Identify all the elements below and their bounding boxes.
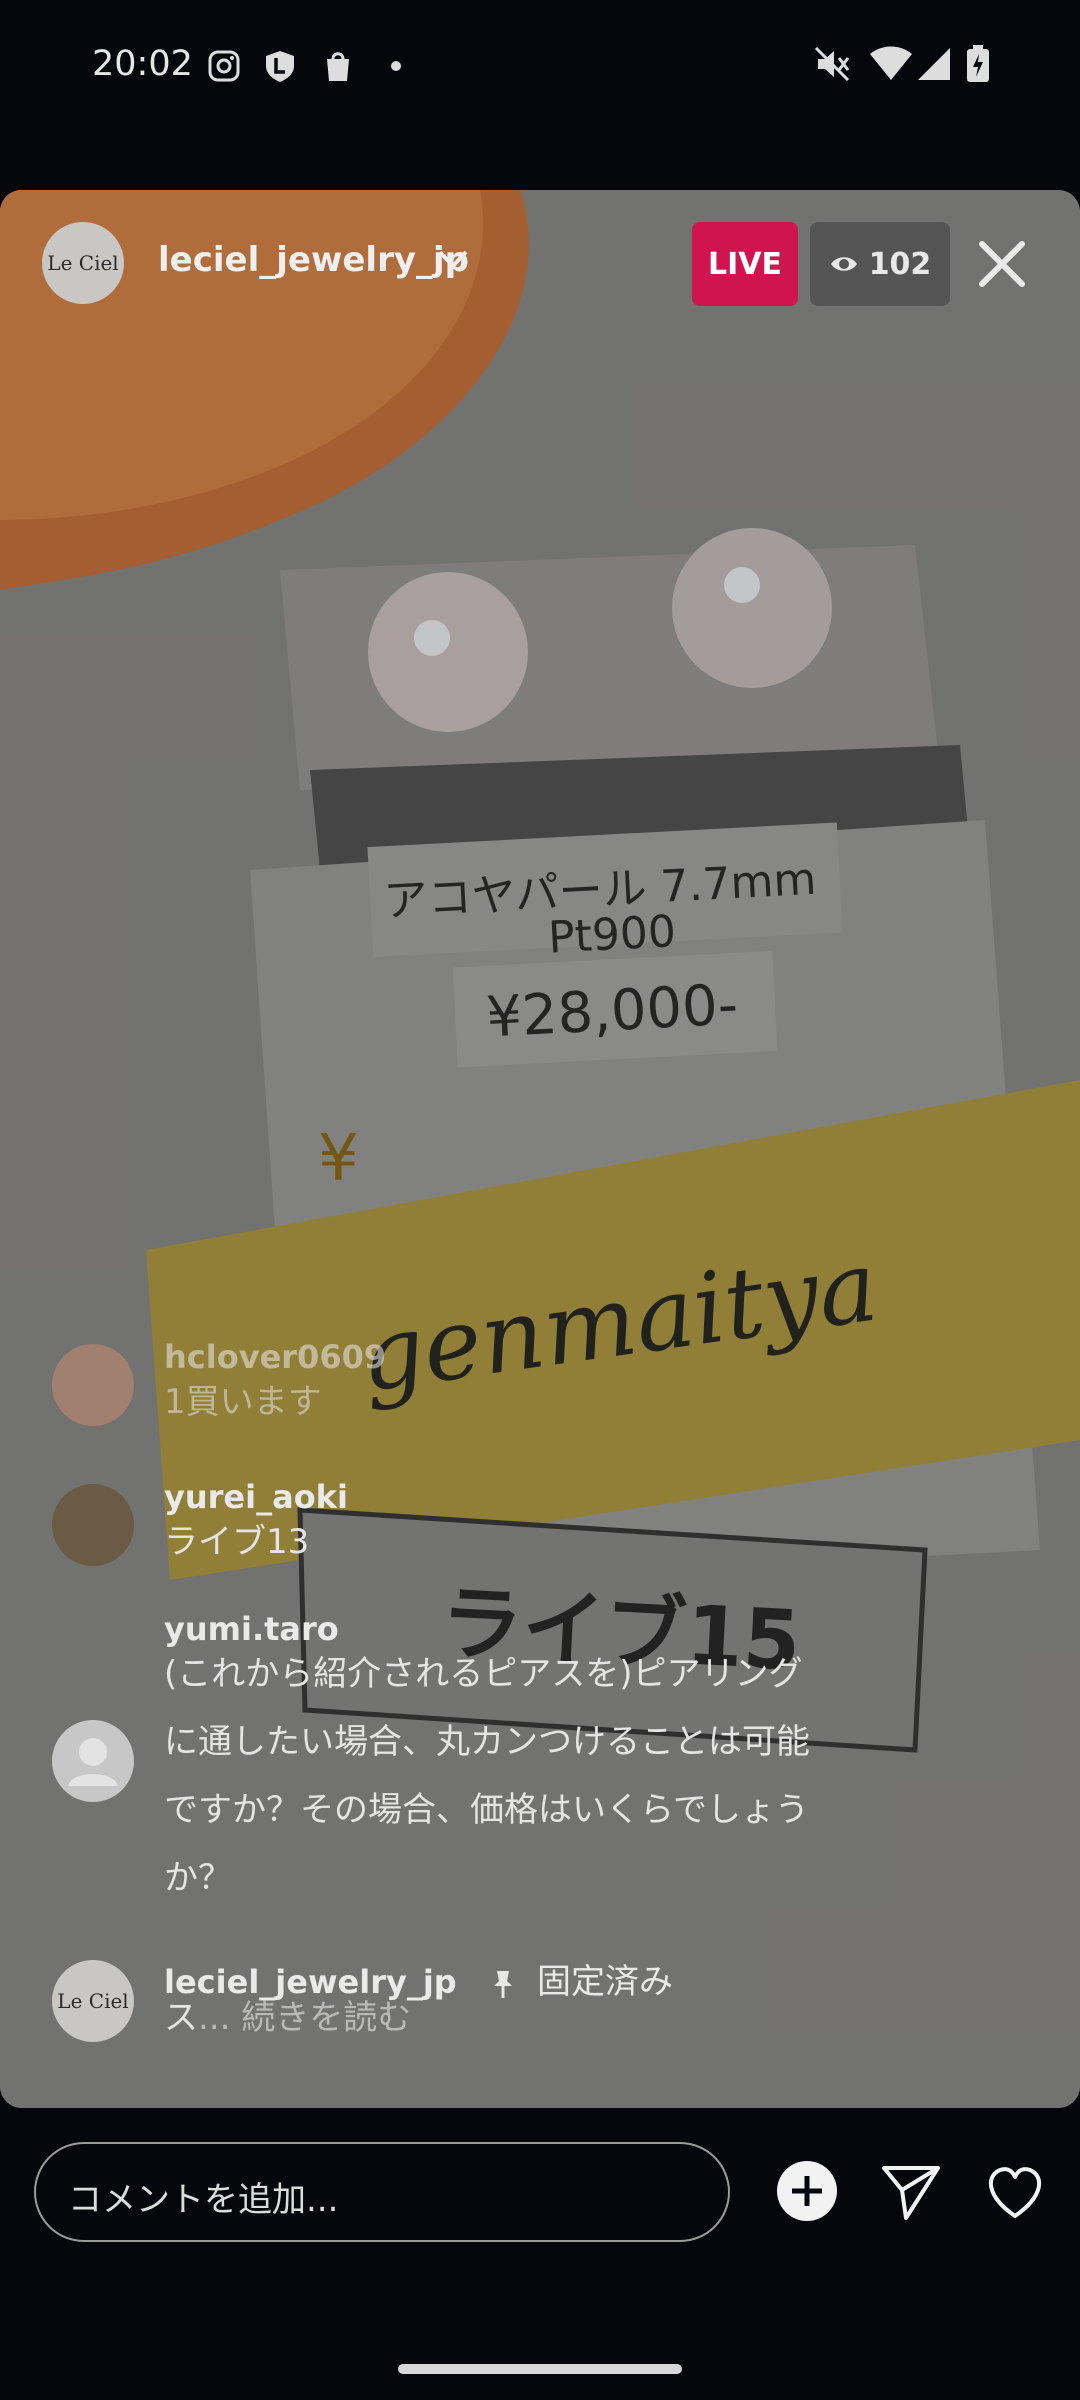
host-username[interactable]: leciel_jewelry_jp bbox=[158, 240, 469, 280]
battery-icon bbox=[967, 45, 989, 82]
close-icon[interactable] bbox=[972, 234, 1032, 294]
chevron-down-icon[interactable] bbox=[436, 242, 470, 276]
comment-input-placeholder: コメントを追加... bbox=[68, 2180, 339, 2220]
status-bar: 20:02 bbox=[0, 0, 1080, 130]
live-badge: LIVE bbox=[692, 222, 798, 306]
comment-text-line: か？ bbox=[164, 1858, 232, 1898]
comment-avatar-text: Le Ciel bbox=[57, 1989, 129, 2013]
comment-avatar[interactable] bbox=[52, 1720, 134, 1802]
home-indicator[interactable] bbox=[398, 2364, 682, 2374]
status-time: 20:02 bbox=[92, 44, 193, 84]
instagram-icon bbox=[208, 50, 240, 82]
viewer-count: 102 bbox=[868, 246, 932, 282]
default-avatar-icon bbox=[68, 1738, 118, 1786]
dot-icon bbox=[391, 61, 401, 71]
host-avatar-text: Le Ciel bbox=[47, 251, 119, 275]
shield-l-icon bbox=[266, 51, 294, 82]
comment-avatar[interactable] bbox=[52, 1484, 134, 1566]
comment-text: ライブ13 bbox=[164, 1522, 310, 1562]
pinned-comment[interactable]: Le Ciel leciel_jewelry_jp 固定済み ス... 続きを読… bbox=[52, 1954, 952, 2074]
comment-avatar[interactable] bbox=[52, 1344, 134, 1426]
comment-avatar[interactable]: Le Ciel bbox=[52, 1960, 134, 2042]
comment-text-line: ですか？その場合、価格はいくらでしょう bbox=[164, 1790, 809, 1830]
signal-icon bbox=[918, 48, 950, 80]
comment-text-line: (これから紹介されるピアスを)ピアリング bbox=[164, 1654, 803, 1694]
comment-item[interactable]: yumi.taro (これから紹介されるピアスを)ピアリング に通したい場合、丸… bbox=[52, 1610, 952, 1930]
comment-text: 1買います bbox=[164, 1382, 322, 1422]
read-more-link[interactable]: ... 続きを読む bbox=[198, 1998, 411, 2038]
add-circle-icon[interactable] bbox=[774, 2158, 840, 2224]
comment-input[interactable]: コメントを追加... bbox=[34, 2142, 730, 2242]
comment-text-line: に通したい場合、丸カンつけることは可能 bbox=[164, 1722, 810, 1762]
heart-icon[interactable] bbox=[982, 2158, 1048, 2224]
eye-icon bbox=[830, 257, 857, 271]
comment-text-prefix: ス bbox=[164, 1998, 198, 2038]
shopping-bag-icon bbox=[327, 52, 349, 81]
comment-item[interactable]: hclover0609 1買います bbox=[52, 1338, 952, 1458]
wifi-icon bbox=[870, 46, 912, 80]
comment-item[interactable]: yurei_aoki ライブ13 bbox=[52, 1478, 952, 1598]
host-avatar[interactable]: Le Ciel bbox=[42, 222, 124, 304]
live-video[interactable]: アコヤパール 7.7mm Pt900 ¥28,000- ¥ genmaitya … bbox=[0, 190, 1080, 2108]
live-label: LIVE bbox=[708, 246, 782, 282]
pinned-comment-text: ス... 続きを読む bbox=[164, 1984, 884, 2052]
viewer-count-badge[interactable]: 102 bbox=[810, 222, 950, 306]
send-icon[interactable] bbox=[878, 2158, 944, 2224]
mute-icon bbox=[814, 46, 850, 82]
